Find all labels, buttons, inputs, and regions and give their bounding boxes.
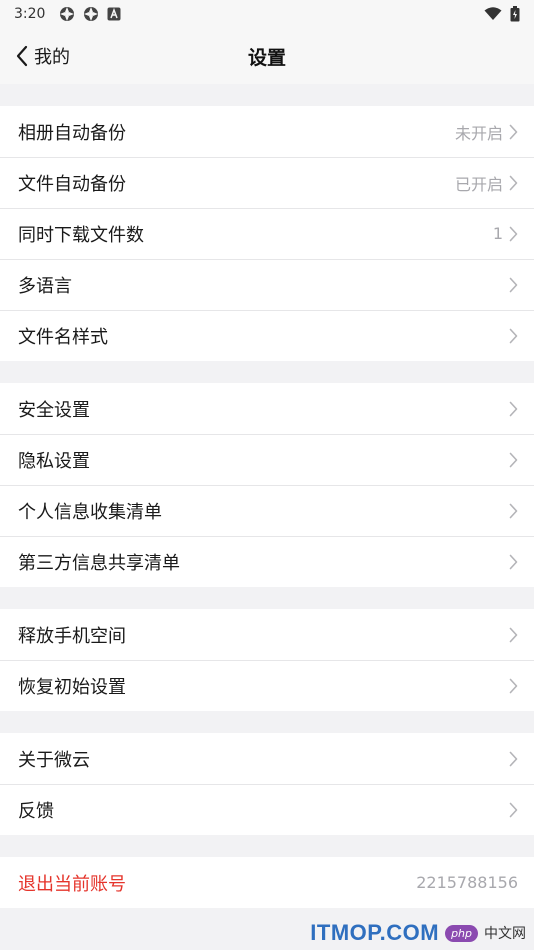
watermark: ITMOP.COM php 中文网 <box>310 920 526 946</box>
settings-group-about: 关于微云 反馈 <box>0 733 534 835</box>
chevron-right-icon <box>509 401 518 416</box>
settings-group-device: 释放手机空间 恢复初始设置 <box>0 609 534 711</box>
page-title: 设置 <box>247 46 286 69</box>
chevron-right-icon <box>509 678 518 693</box>
setting-row-privacy[interactable]: 隐私设置 <box>0 434 534 485</box>
chevron-right-icon <box>509 503 518 518</box>
chevron-right-icon <box>509 627 518 642</box>
watermark-suffix: 中文网 <box>484 926 526 942</box>
nav-bar: 我的 设置 <box>0 28 534 84</box>
chevron-right-icon <box>509 328 518 343</box>
setting-label: 相册自动备份 <box>18 122 126 144</box>
back-label: 我的 <box>34 47 70 68</box>
chevron-right-icon <box>509 452 518 467</box>
section-gap <box>0 361 534 383</box>
setting-label: 隐私设置 <box>18 450 90 472</box>
logout-group: 退出当前账号 2215788156 <box>0 857 534 908</box>
chevron-right-icon <box>509 802 518 817</box>
setting-row-about[interactable]: 关于微云 <box>0 733 534 784</box>
setting-label: 反馈 <box>18 800 54 822</box>
setting-value: 已开启 <box>454 174 503 194</box>
setting-row-free-space[interactable]: 释放手机空间 <box>0 609 534 660</box>
setting-value: 1 <box>492 224 503 243</box>
back-button[interactable]: 我的 <box>16 28 70 84</box>
chevron-right-icon <box>509 124 518 139</box>
setting-label: 多语言 <box>18 275 72 297</box>
logout-label: 退出当前账号 <box>18 873 126 895</box>
setting-label: 释放手机空间 <box>18 625 126 647</box>
logout-button[interactable]: 退出当前账号 2215788156 <box>0 857 534 908</box>
chevron-left-icon <box>16 45 28 67</box>
battery-icon <box>510 6 520 22</box>
section-gap <box>0 84 534 106</box>
setting-row-concurrent-downloads[interactable]: 同时下载文件数 1 <box>0 208 534 259</box>
setting-label: 第三方信息共享清单 <box>18 552 180 574</box>
notification-icon <box>84 7 99 21</box>
setting-label: 安全设置 <box>18 399 90 421</box>
status-time: 3:20 <box>14 6 46 22</box>
settings-group-storage: 相册自动备份 未开启 文件自动备份 已开启 同时下载文件数 1 多语言 文件名样… <box>0 106 534 361</box>
setting-row-feedback[interactable]: 反馈 <box>0 784 534 835</box>
wifi-icon <box>484 7 502 20</box>
setting-row-third-party-sharing-list[interactable]: 第三方信息共享清单 <box>0 536 534 587</box>
setting-label: 文件名样式 <box>18 326 108 348</box>
chevron-right-icon <box>509 226 518 241</box>
watermark-logo: ITMOP.COM <box>310 920 440 945</box>
chevron-right-icon <box>509 554 518 569</box>
chevron-right-icon <box>509 175 518 190</box>
setting-value: 未开启 <box>454 123 503 143</box>
chevron-right-icon <box>509 277 518 292</box>
setting-label: 关于微云 <box>18 749 90 771</box>
account-id: 2215788156 <box>416 873 518 892</box>
font-notification-icon <box>107 7 121 21</box>
setting-row-reset[interactable]: 恢复初始设置 <box>0 660 534 711</box>
setting-label: 恢复初始设置 <box>18 676 126 698</box>
watermark-badge: php <box>445 924 478 942</box>
setting-label: 文件自动备份 <box>18 173 126 195</box>
settings-group-privacy: 安全设置 隐私设置 个人信息收集清单 第三方信息共享清单 <box>0 383 534 587</box>
setting-row-filename-style[interactable]: 文件名样式 <box>0 310 534 361</box>
chevron-right-icon <box>509 751 518 766</box>
setting-row-personal-info-list[interactable]: 个人信息收集清单 <box>0 485 534 536</box>
section-gap <box>0 587 534 609</box>
setting-row-file-backup[interactable]: 文件自动备份 已开启 <box>0 157 534 208</box>
section-gap <box>0 835 534 857</box>
setting-row-security[interactable]: 安全设置 <box>0 383 534 434</box>
status-bar: 3:20 <box>0 0 534 28</box>
setting-label: 个人信息收集清单 <box>18 501 162 523</box>
setting-row-album-backup[interactable]: 相册自动备份 未开启 <box>0 106 534 157</box>
notification-icon <box>60 7 75 21</box>
setting-label: 同时下载文件数 <box>18 224 144 246</box>
setting-row-language[interactable]: 多语言 <box>0 259 534 310</box>
section-gap <box>0 711 534 733</box>
